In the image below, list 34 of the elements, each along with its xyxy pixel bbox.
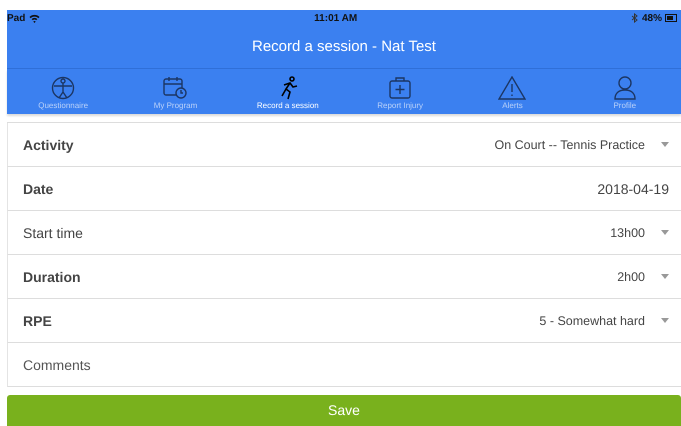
bluetooth-icon (630, 13, 638, 23)
date-value[interactable]: 2018-04-19 (597, 180, 669, 196)
tab[interactable]: My Program (119, 69, 232, 114)
calendar-clock-icon (162, 76, 188, 100)
dropdown-value[interactable]: On Court -- Tennis Practice (494, 138, 645, 152)
field-label: Start time (23, 224, 83, 240)
dropdown-value[interactable]: 13h00 (610, 226, 645, 240)
clock-time: 11:01 AM (313, 12, 358, 24)
wifi-icon (29, 14, 40, 22)
caret-icon (661, 230, 669, 235)
field-label: Duration (23, 268, 81, 284)
battery-percent: 48% (642, 12, 662, 24)
first-aid-kit-icon (387, 76, 414, 100)
field-label: RPE (23, 312, 52, 328)
caret-icon (661, 318, 669, 323)
field-label: Activity (23, 136, 74, 152)
warning-icon (498, 76, 526, 100)
caret-icon (661, 142, 669, 147)
caret-icon (661, 274, 669, 279)
tab[interactable]: Questionnaire (7, 69, 120, 114)
dropdown-value[interactable]: 2h00 (617, 270, 645, 284)
carrier-label: Pad (7, 12, 26, 24)
save-button[interactable]: Save (7, 395, 681, 426)
dropdown-value[interactable]: 5 - Somewhat hard (539, 314, 645, 328)
battery-icon (665, 14, 677, 22)
body-figure-icon (50, 76, 76, 100)
comments-field[interactable]: Comments (23, 356, 669, 372)
tab[interactable]: Report Injury (344, 69, 456, 114)
tab[interactable]: Profile (568, 69, 681, 114)
person-icon (612, 76, 638, 100)
screen-title: Record a session - Nat Test (7, 24, 681, 69)
field-label: Date (23, 180, 54, 196)
tab[interactable]: Alerts (456, 69, 569, 114)
tab[interactable]: Record a session (232, 69, 344, 114)
